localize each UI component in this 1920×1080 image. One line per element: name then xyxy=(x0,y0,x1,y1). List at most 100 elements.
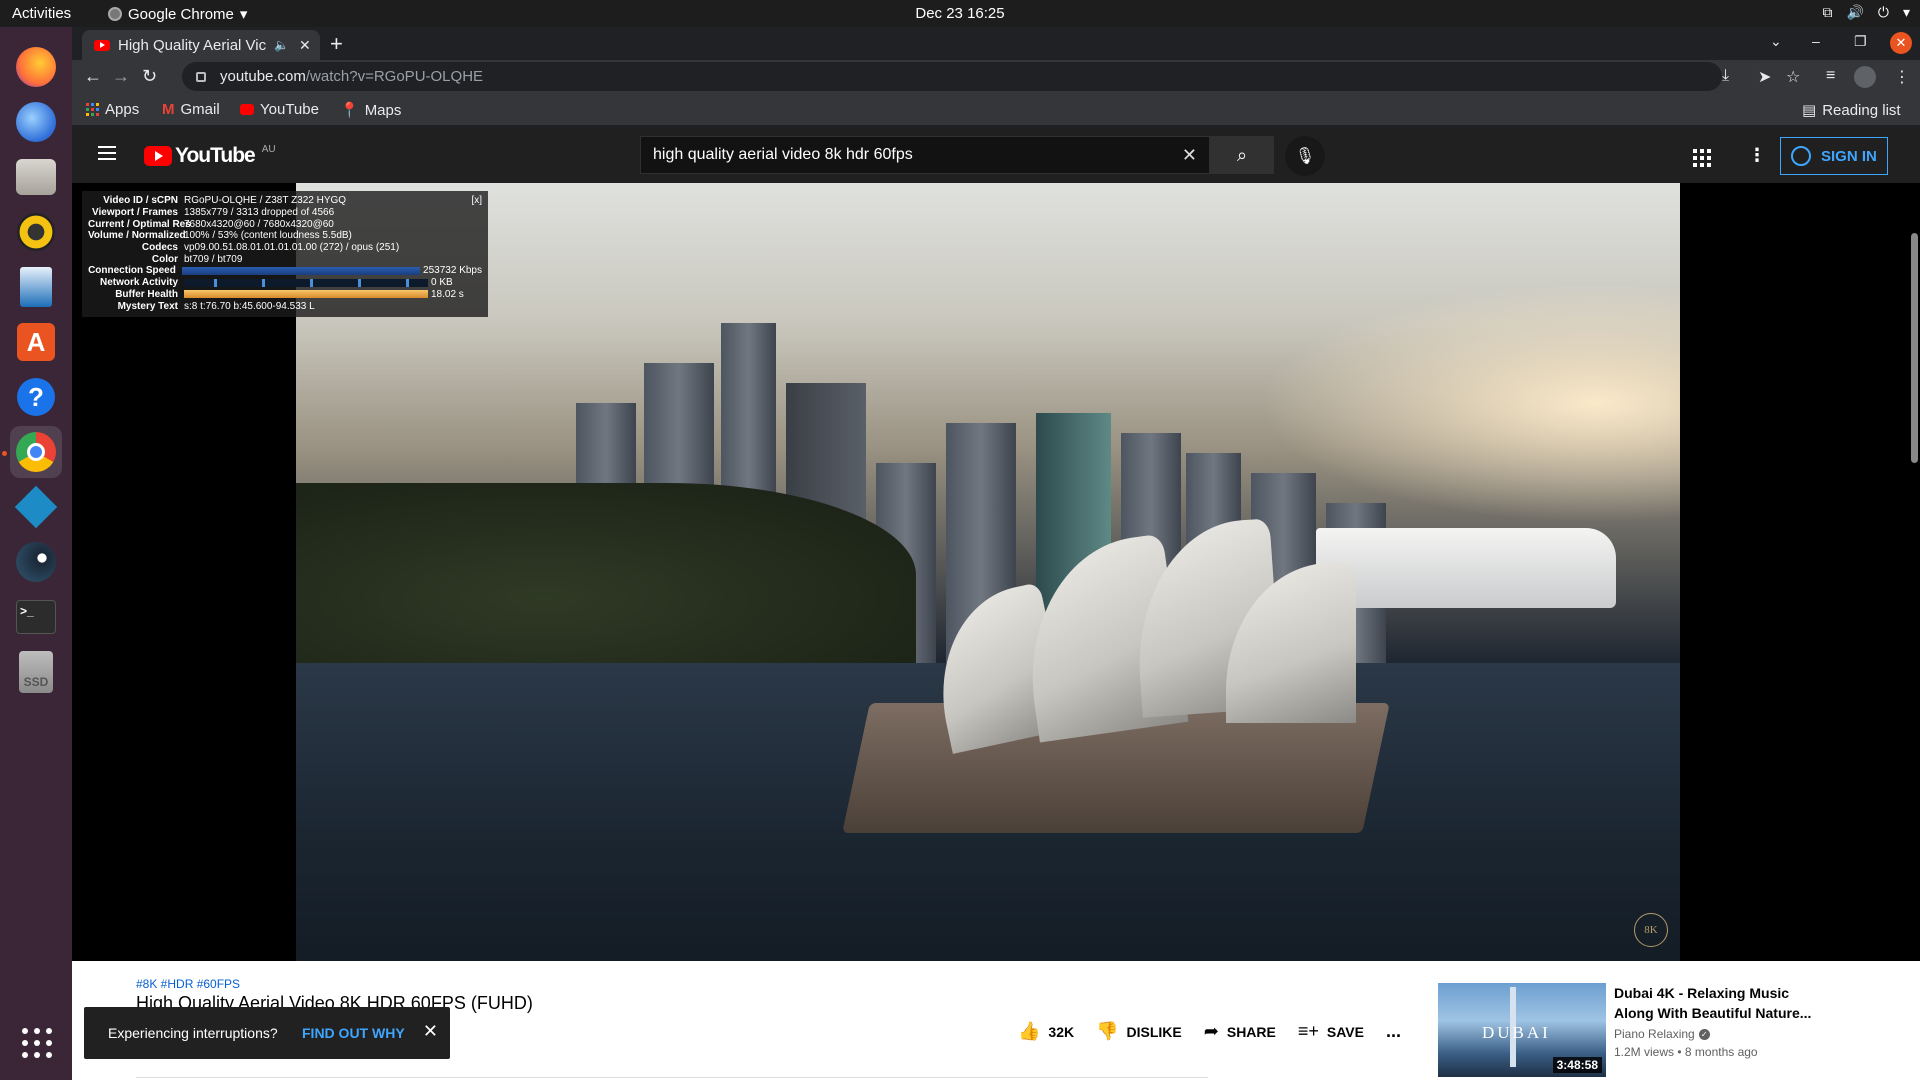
system-tray[interactable]: ⧉ 🔊 ⏻ ▾ xyxy=(1822,4,1910,21)
audio-playing-icon[interactable]: 🔈 xyxy=(274,38,289,52)
tab-strip: High Quality Aerial Vic 🔈 ✕ + ⌄ – ❐ ✕ xyxy=(72,27,1920,60)
dock-thunderbird[interactable] xyxy=(10,96,62,148)
dock-kodi[interactable] xyxy=(10,481,62,533)
save-button[interactable]: ≡+ SAVE xyxy=(1298,1021,1364,1042)
new-tab-button[interactable]: + xyxy=(330,31,343,57)
power-icon: ⏻ xyxy=(1877,4,1889,20)
recommended-channel[interactable]: Piano Relaxing ✓ xyxy=(1614,1027,1710,1041)
like-button[interactable]: 👍 32K xyxy=(1018,1021,1074,1042)
bookmark-gmail[interactable]: M Gmail xyxy=(162,101,220,118)
sign-in-button[interactable]: SIGN IN xyxy=(1780,137,1888,175)
profile-avatar[interactable] xyxy=(1854,66,1876,88)
dislike-label: DISLIKE xyxy=(1126,1023,1182,1040)
activities-button[interactable]: Activities xyxy=(12,5,71,22)
address-bar[interactable]: youtube.com/watch?v=RGoPU-OLQHE xyxy=(182,62,1722,91)
bookmark-star-icon[interactable]: ☆ xyxy=(1786,67,1800,87)
page-scrollbar[interactable] xyxy=(1908,183,1920,1080)
toast-close-icon[interactable]: ✕ xyxy=(423,1021,438,1042)
dock-firefox[interactable] xyxy=(10,41,62,93)
running-indicator xyxy=(2,451,7,456)
toast-message: Experiencing interruptions? xyxy=(108,1025,278,1041)
install-app-icon[interactable]: ⤓ xyxy=(1722,67,1729,85)
dock-terminal[interactable]: >_ xyxy=(10,591,62,643)
tab-close-icon[interactable]: ✕ xyxy=(299,37,311,54)
dislike-button[interactable]: 👎 DISLIKE xyxy=(1096,1021,1182,1042)
dock-software[interactable]: A xyxy=(10,316,62,368)
stats-close-button[interactable]: [x] xyxy=(471,195,482,206)
window-close-button[interactable]: ✕ xyxy=(1890,32,1912,54)
restore-button[interactable]: ❐ xyxy=(1854,33,1867,50)
youtube-icon xyxy=(240,104,254,115)
settings-kebab-icon[interactable]: ⋮ xyxy=(1748,145,1766,166)
find-out-why-button[interactable]: FIND OUT WHY xyxy=(302,1025,405,1041)
channel-watermark[interactable]: 8K xyxy=(1634,913,1668,947)
bookmark-label: Apps xyxy=(105,101,140,118)
connection-speed-row: Connection Speed 253732 Kbps xyxy=(88,265,482,277)
dock-files[interactable] xyxy=(10,151,62,203)
tab-title: High Quality Aerial Vic xyxy=(118,36,267,54)
dock-ssd[interactable]: SSD xyxy=(10,646,62,698)
apps-grid-icon xyxy=(86,103,99,116)
dock-help[interactable]: ? xyxy=(10,371,62,423)
dock-steam[interactable] xyxy=(10,536,62,588)
stats-row: Current / Optimal Res 7680x4320@60 / 7680… xyxy=(88,218,334,230)
back-button[interactable]: ← xyxy=(84,66,102,87)
reading-list-label: Reading list xyxy=(1822,101,1901,119)
reading-list-button[interactable]: ▤ Reading list xyxy=(1802,101,1901,120)
video-frame[interactable]: 8K xyxy=(296,183,1680,961)
chrome-small-icon xyxy=(108,7,122,21)
tab-search-icon[interactable]: ⌄ xyxy=(1770,33,1782,50)
ubuntu-dock: A ? >_ SSD xyxy=(0,27,72,1080)
clear-search-icon[interactable]: ✕ xyxy=(1182,145,1197,166)
account-icon xyxy=(1791,146,1811,166)
bookmark-maps[interactable]: 📍 Maps xyxy=(340,101,401,120)
youtube-header: YouTube AU high quality aerial video 8k … xyxy=(72,127,1920,183)
forward-button[interactable]: → xyxy=(112,66,130,87)
reload-button[interactable]: ↻ xyxy=(142,66,157,87)
bookmark-apps[interactable]: Apps xyxy=(86,101,139,118)
browser-tab[interactable]: High Quality Aerial Vic 🔈 ✕ xyxy=(82,30,320,60)
triangle-down-icon: ▾ xyxy=(239,6,248,23)
browser-toolbar: ← → ↻ youtube.com/watch?v=RGoPU-OLQHE ⤓ … xyxy=(72,60,1920,93)
recommended-thumbnail[interactable]: DUBAI 3:48:58 xyxy=(1438,983,1606,1077)
buffer-health-row: Buffer Health 18.02 s xyxy=(115,288,464,300)
clock[interactable]: Dec 23 16:25 xyxy=(0,5,1920,22)
dock-chrome[interactable] xyxy=(10,426,62,478)
chrome-icon xyxy=(16,432,56,472)
software-center-icon: A xyxy=(17,323,55,361)
lock-icon xyxy=(196,71,206,82)
dock-writer[interactable] xyxy=(10,261,62,313)
cruise-ship xyxy=(1316,528,1616,608)
more-actions-button[interactable]: ... xyxy=(1386,1021,1401,1042)
recommended-title[interactable]: Dubai 4K - Relaxing Music Along With Bea… xyxy=(1614,983,1814,1023)
share-button[interactable]: ➦ SHARE xyxy=(1204,1021,1276,1042)
scrollbar-thumb[interactable] xyxy=(1911,233,1918,463)
search-input[interactable]: high quality aerial video 8k hdr 60fps ✕ xyxy=(640,136,1210,174)
send-to-device-icon[interactable]: ➤ xyxy=(1758,67,1771,87)
divider xyxy=(136,1077,1208,1078)
search-button[interactable]: ⌕ xyxy=(1210,136,1274,174)
dock-rhythmbox[interactable] xyxy=(10,206,62,258)
video-player[interactable]: 8K [x] Video ID / sCPN RGoPU-OLQHE / Z38T… xyxy=(72,183,1920,961)
video-duration: 3:48:58 xyxy=(1552,1057,1602,1073)
video-hashtags[interactable]: #8K #HDR #60FPS xyxy=(136,977,240,991)
more-horizontal-icon: ... xyxy=(1385,1021,1401,1041)
bookmark-youtube[interactable]: YouTube xyxy=(240,101,319,118)
bookmark-label: Gmail xyxy=(180,101,220,118)
video-actions: 👍 32K 👎 DISLIKE ➦ SHARE ≡+ SAVE ... xyxy=(1018,1021,1401,1042)
help-icon: ? xyxy=(17,378,55,416)
youtube-page: YouTube AU high quality aerial video 8k … xyxy=(72,127,1920,1080)
app-menu[interactable]: Google Chrome ▾ xyxy=(108,5,247,23)
url-host: youtube.com xyxy=(220,68,306,85)
share-label: SHARE xyxy=(1226,1023,1276,1040)
youtube-logo-text: YouTube xyxy=(175,144,256,167)
minimize-button[interactable]: – xyxy=(1812,33,1820,49)
recommended-video[interactable]: DUBAI 3:48:58 Dubai 4K - Relaxing Music … xyxy=(1438,983,1898,1080)
chrome-menu-icon[interactable]: ⋮ xyxy=(1894,67,1910,87)
menu-icon[interactable] xyxy=(98,146,116,160)
voice-search-button[interactable]: 🎙 xyxy=(1285,136,1325,176)
media-controls-icon[interactable]: ≡ xyxy=(1826,67,1835,85)
youtube-apps-icon[interactable] xyxy=(1693,149,1711,167)
youtube-logo[interactable]: YouTube AU xyxy=(144,144,276,168)
show-applications-icon[interactable] xyxy=(22,1028,52,1058)
